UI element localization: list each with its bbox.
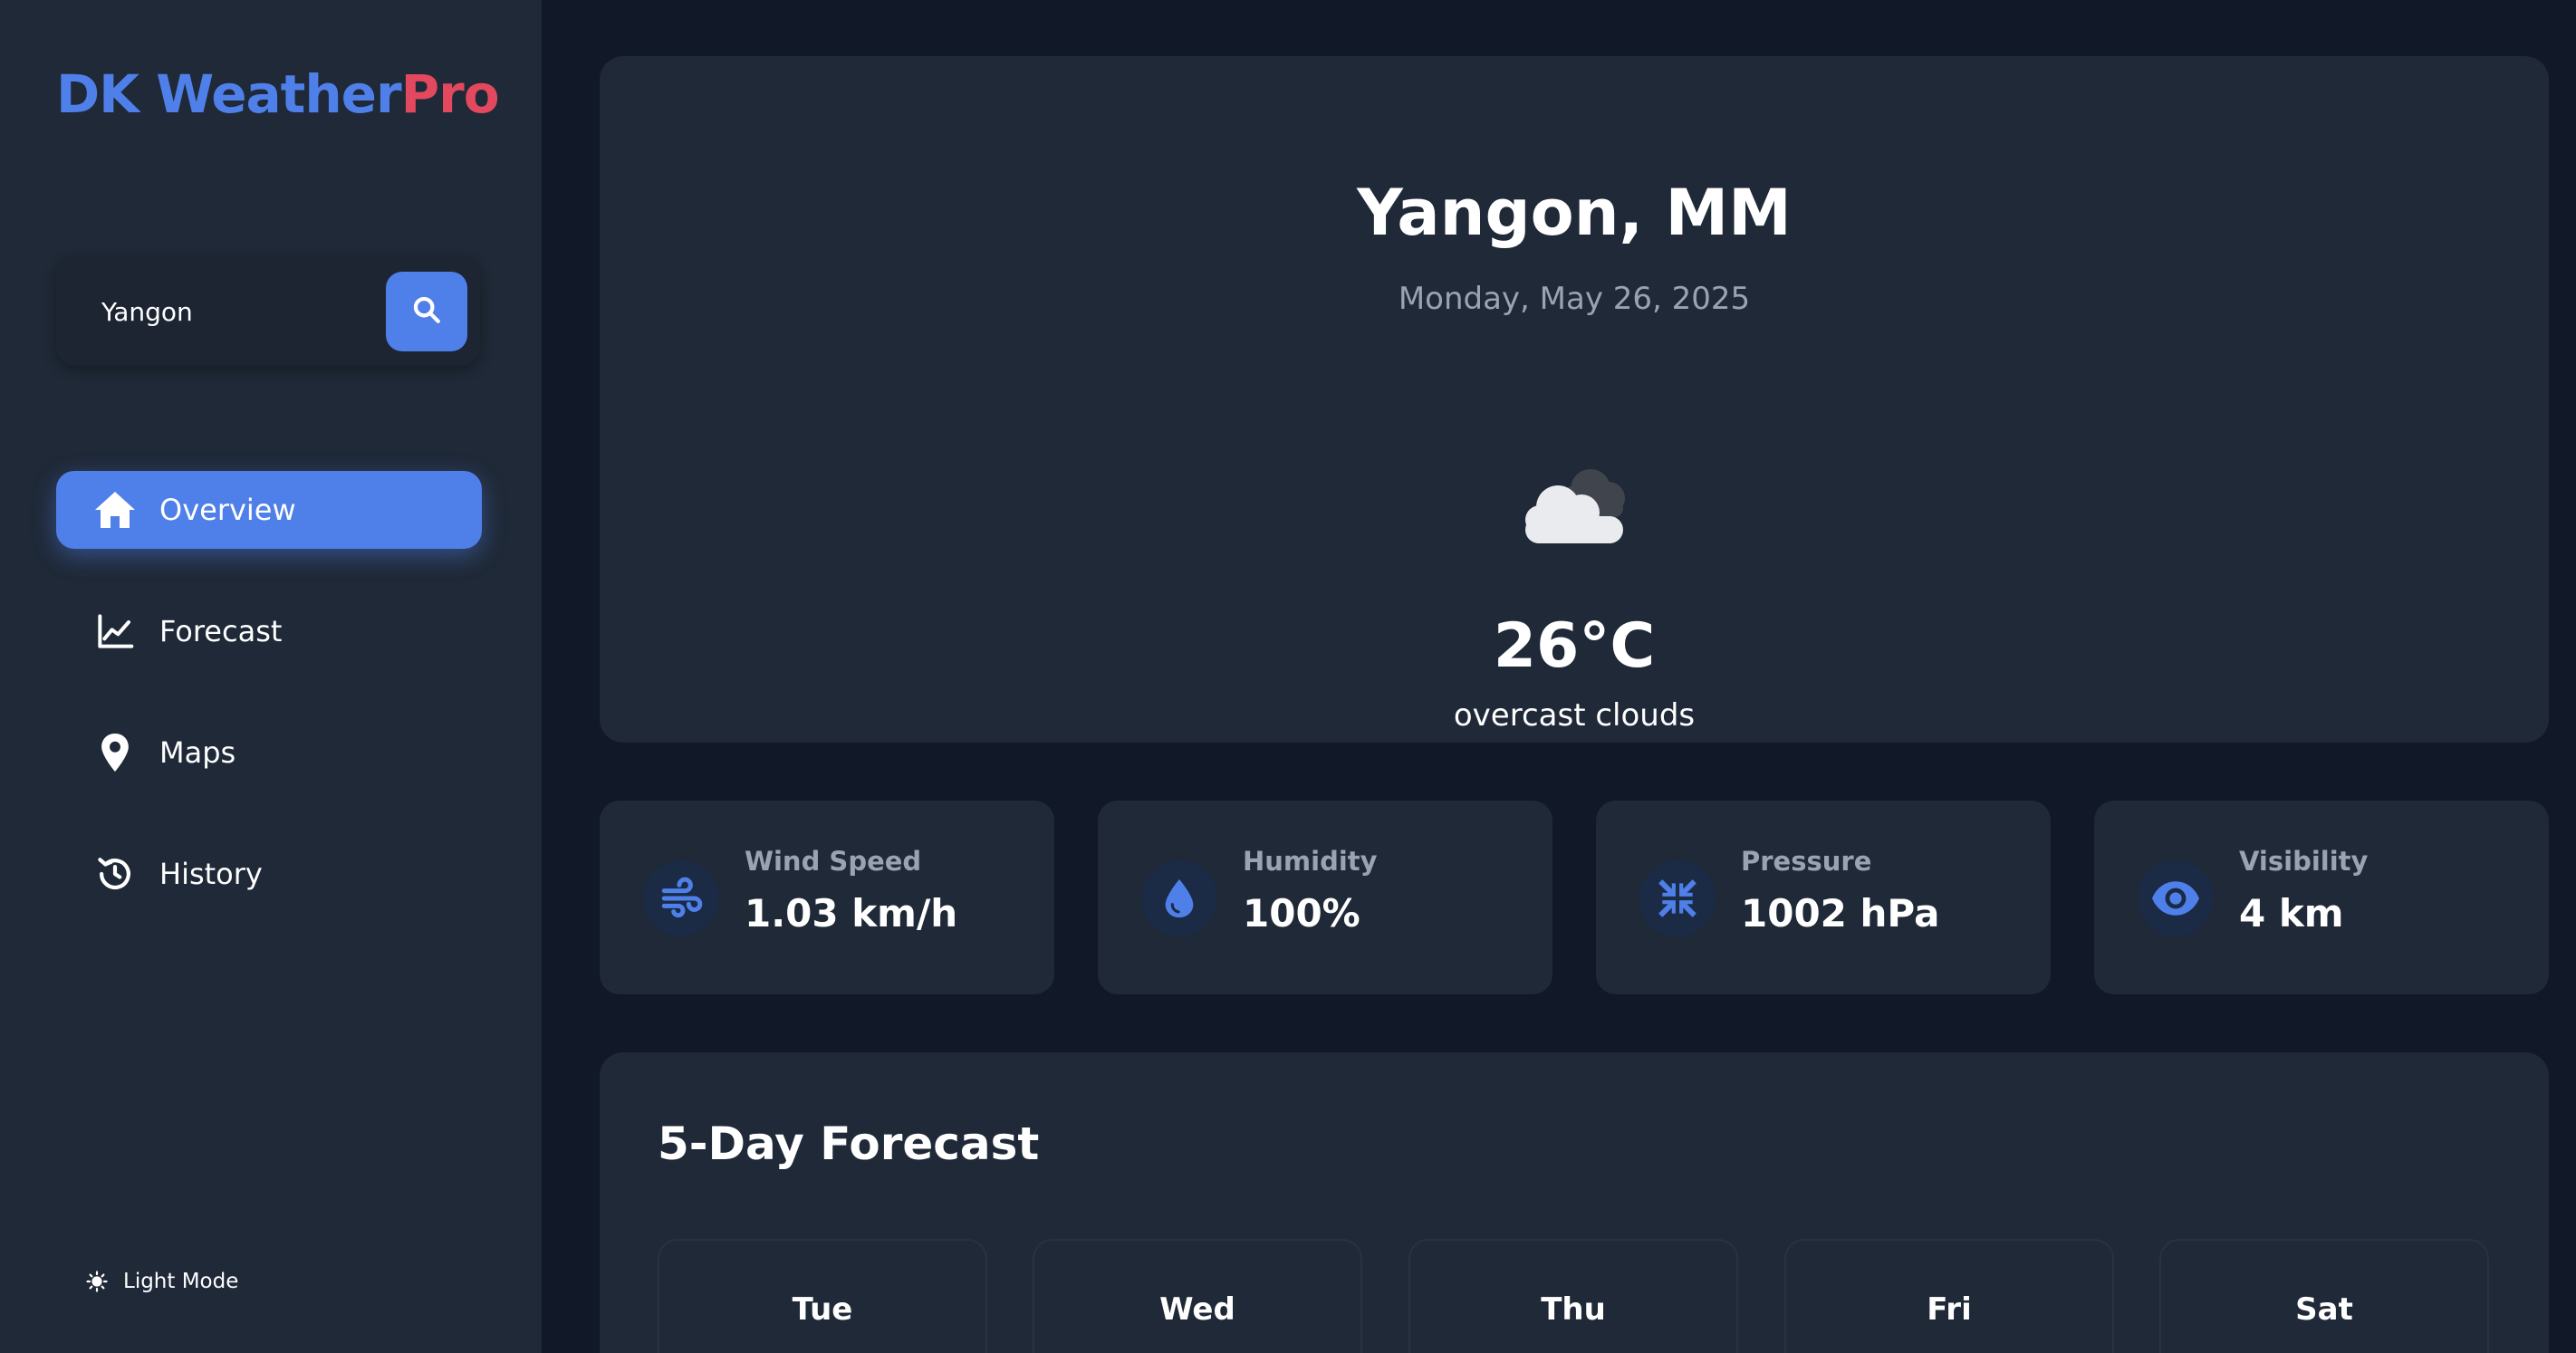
stat-value: 4 km [2239,891,2344,936]
sidebar-item-forecast[interactable]: Forecast [56,592,482,670]
weather-description: overcast clouds [1453,697,1696,734]
forecast-day-name: Sat [2295,1291,2353,1328]
weather-app: DK WeatherPro Overview [0,0,2576,1353]
forecast-day-card[interactable]: Thu [1408,1239,1738,1353]
city-name: Yangon, MM [1357,176,1792,250]
sidebar-item-label: Forecast [159,614,283,648]
stat-label: Humidity [1243,846,1378,877]
weather-stats: Wind Speed 1.03 km/h Humidity 100% Press… [600,801,2549,994]
stat-value: 1.03 km/h [745,891,958,936]
history-icon [92,851,138,897]
forecast-day-name: Tue [792,1291,853,1328]
home-icon [92,487,138,533]
stat-card-humidity: Humidity 100% [1098,801,1552,994]
stat-card-visibility: Visibility 4 km [2094,801,2549,994]
chart-line-icon [92,609,138,654]
forecast-day-card[interactable]: Wed [1033,1239,1362,1353]
app-logo[interactable]: DK WeatherPro [56,63,500,125]
current-temperature: 26°C [1493,610,1656,682]
logo-text-main: DK Weather [56,63,402,125]
forecast-section: 5-Day Forecast Tue Wed Thu Fri Sat [600,1052,2549,1353]
sidebar-item-maps[interactable]: Maps [56,714,482,792]
forecast-day-card[interactable]: Tue [658,1239,987,1353]
forecast-day-card[interactable]: Fri [1784,1239,2114,1353]
forecast-day-name: Wed [1159,1291,1235,1328]
sidebar-item-label: History [159,857,263,891]
theme-toggle-label: Light Mode [123,1270,239,1293]
forecast-day-card[interactable]: Sat [2159,1239,2489,1353]
compress-icon [1639,860,1716,936]
search-button[interactable] [386,272,467,351]
stat-value: 1002 hPa [1741,891,1940,936]
forecast-title: 5-Day Forecast [658,1118,1040,1170]
wind-icon [643,860,719,936]
forecast-day-name: Fri [1927,1291,1972,1328]
sidebar-item-overview[interactable]: Overview [56,471,482,549]
forecast-day-name: Thu [1541,1291,1606,1328]
stat-value: 100% [1243,891,1360,936]
stat-card-wind: Wind Speed 1.03 km/h [600,801,1054,994]
stat-label: Pressure [1741,846,1872,877]
sidebar: DK WeatherPro Overview [0,0,542,1353]
search-box [56,257,480,366]
stat-label: Wind Speed [745,846,922,877]
sun-icon [83,1268,111,1295]
sidebar-nav: Overview Forecast Maps History [56,471,482,956]
logo-text-accent: Pro [400,63,500,125]
search-icon [411,294,442,329]
current-weather-card: Yangon, MM Monday, May 26, 2025 26°C ove [600,56,2549,743]
droplet-icon [1141,860,1217,936]
stat-card-pressure: Pressure 1002 hPa [1596,801,2051,994]
sidebar-item-label: Maps [159,735,236,770]
map-pin-icon [92,730,138,775]
sidebar-item-history[interactable]: History [56,835,482,913]
main-content: Yangon, MM Monday, May 26, 2025 26°C ove [542,0,2576,1353]
sidebar-item-label: Overview [159,493,296,527]
stat-label: Visibility [2239,846,2369,877]
search-input[interactable] [76,277,348,346]
eye-icon [2138,860,2214,936]
current-date: Monday, May 26, 2025 [1398,281,1751,317]
theme-toggle[interactable]: Light Mode [83,1268,238,1295]
cloud-icon [1507,446,1643,554]
